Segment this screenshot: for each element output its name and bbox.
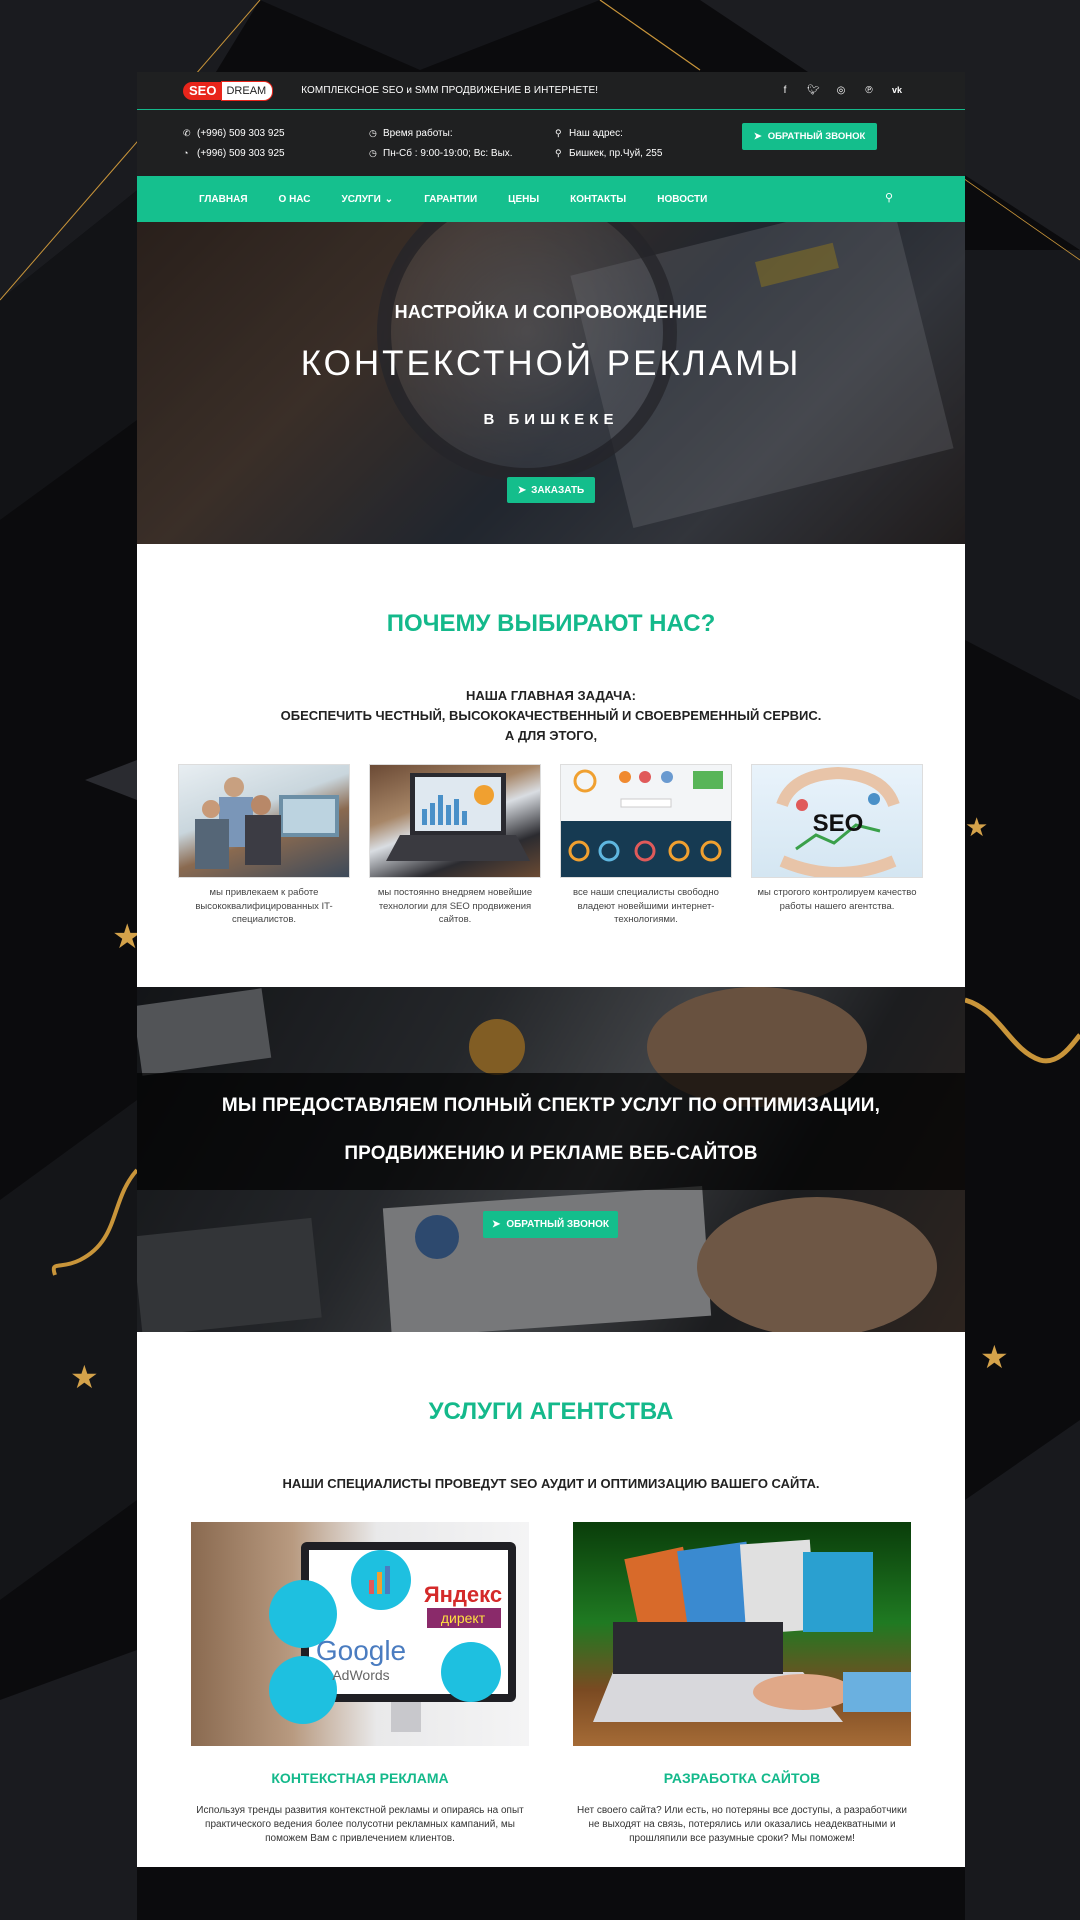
svg-text:★: ★ <box>980 1338 1009 1376</box>
paper-plane-icon: ➤ <box>753 131 762 142</box>
why-us-lead-line-3: А ДЛЯ ЭТОГО, <box>504 728 598 743</box>
search-icon[interactable]: ⚲ <box>885 191 893 204</box>
agency-services-lead: НАШИ СПЕЦИАЛИСТЫ ПРОВЕДУТ SEO АУДИТ И ОП… <box>282 1476 820 1491</box>
contacts-bar: ✆ (+996) 509 303 925 ◔ (+996) 509 303 925 … <box>137 110 965 176</box>
address: ⚲ Наш адрес: ⚲ Бишкек, пр.Чуй, 255 <box>555 123 741 163</box>
why-us-lead-line-2: ОБЕСПЕЧИТЬ ЧЕСТНЫЙ, ВЫСОКОКАЧЕСТВЕННЫЙ И… <box>280 708 822 723</box>
why-us-lead: НАША ГЛАВНАЯ ЗАДАЧА: ОБЕСПЕЧИТЬ ЧЕСТНЫЙ,… <box>137 686 965 746</box>
main-nav: ГЛАВНАЯ О НАС УСЛУГИ ⌄ ГАРАНТИИ ЦЕНЫ КОНТ… <box>137 176 965 222</box>
agency-services-title: УСЛУГИ АГЕНТСТВА <box>428 1398 674 1425</box>
feature-card: мы постоянно внедряем новейшие технологи… <box>369 764 541 927</box>
address-value: Бишкек, пр.Чуй, 255 <box>569 147 663 159</box>
address-label: Наш адрес: <box>569 127 623 139</box>
adwords-text: AdWords <box>332 1667 389 1683</box>
logo-seo-text: SEO <box>183 81 222 100</box>
web-development-image <box>573 1522 911 1746</box>
nav-item-prices[interactable]: ЦЕНЫ <box>508 194 539 205</box>
tagline: КОМПЛЕКСНОЕ SEO и SMM ПРОДВИЖЕНИЕ В ИНТЕ… <box>301 85 599 96</box>
service-title[interactable]: КОНТЕКСТНАЯ РЕКЛАМА <box>191 1770 529 1786</box>
facebook-icon[interactable]: f <box>779 85 791 96</box>
direct-text: директ <box>441 1610 486 1626</box>
callback-button[interactable]: ➤ ОБРАТНЫЙ ЗВОНОК <box>742 123 877 150</box>
service-description: Используя тренды развития контекстной ре… <box>196 1805 524 1844</box>
team-photo <box>178 764 350 878</box>
logo[interactable]: SEO DREAM <box>183 80 274 101</box>
why-us-title: ПОЧЕМУ ВЫБИРАЮТ НАС? <box>386 610 716 637</box>
feature-card: мы привлекаем к работе высококвалифициро… <box>178 764 350 927</box>
nav-item-news[interactable]: НОВОСТИ <box>657 194 707 205</box>
working-hours: ◷ Время работы: ◷ Пн-Сб : 9:00-19:00; Вс: … <box>369 123 555 163</box>
twitter-icon[interactable]: 🐦︎ <box>807 85 820 96</box>
clock-icon: ◷ <box>369 147 377 158</box>
phone-number-1[interactable]: (+996) 509 303 925 <box>197 128 285 139</box>
nav-item-about[interactable]: О НАС <box>279 194 311 205</box>
feature-card: все наши специалисты свободно владеют но… <box>560 764 732 927</box>
seo-hands-image: SEO <box>751 764 923 878</box>
feature-caption: мы привлекаем к работе высококвалифициро… <box>195 887 333 925</box>
banner-callback-button[interactable]: ➤ ОБРАТНЫЙ ЗВОНОК <box>483 1211 618 1238</box>
callback-button-label: ОБРАТНЫЙ ЗВОНОК <box>767 131 866 142</box>
paper-plane-icon: ➤ <box>491 1219 501 1230</box>
hours-value: Пн-Сб : 9:00-19:00; Вс: Вых. <box>383 147 513 159</box>
hero-title: КОНТЕКСТНОЙ РЕКЛАМЫ <box>300 344 802 383</box>
social-links: f 🐦︎ ◎ ℗ vk <box>779 85 903 96</box>
chevron-down-icon: ⌄ <box>384 193 394 205</box>
google-text: Google <box>316 1635 406 1666</box>
website-frame: SEO DREAM КОМПЛЕКСНОЕ SEO и SMM ПРОДВИЖЕ… <box>137 72 965 1867</box>
order-button-label: ЗАКАЗАТЬ <box>531 484 585 496</box>
hero-subtitle: НАСТРОЙКА И СОПРОВОЖДЕНИЕ <box>394 302 708 322</box>
service-card-web-development[interactable]: РАЗРАБОТКА САЙТОВ Нет своего сайта? Или … <box>573 1522 911 1846</box>
nav-item-services[interactable]: УСЛУГИ ⌄ <box>342 194 394 205</box>
hours-label: Время работы: <box>383 127 453 139</box>
nav-item-guarantees[interactable]: ГАРАНТИИ <box>424 194 477 205</box>
hero-banner: НАСТРОЙКА И СОПРОВОЖДЕНИЕ КОНТЕКСТНОЙ РЕ… <box>137 222 965 544</box>
service-title[interactable]: РАЗРАБОТКА САЙТОВ <box>573 1770 911 1786</box>
banner-line-2: ПРОДВИЖЕНИЮ И РЕКЛАМЕ ВЕБ-САЙТОВ <box>344 1143 758 1164</box>
map-marker-icon: ⚲ <box>555 147 562 158</box>
banner-line-1: МЫ ПРЕДОСТАВЛЯЕМ ПОЛНЫЙ СПЕКТР УСЛУГ ПО … <box>221 1095 881 1116</box>
nav-item-contacts[interactable]: КОНТАКТЫ <box>570 194 626 205</box>
logo-dream-text: DREAM <box>221 80 274 101</box>
nav-item-services-label: УСЛУГИ <box>341 193 381 205</box>
feature-caption: все наши специалисты свободно владеют но… <box>573 887 719 925</box>
hero-city: В БИШКЕКЕ <box>483 411 619 428</box>
service-description: Нет своего сайта? Или есть, но потеряны … <box>577 1805 907 1844</box>
whatsapp-icon: ◔ <box>183 148 189 158</box>
phone-number-2[interactable]: (+996) 509 303 925 <box>197 148 285 159</box>
phone-icon: ✆ <box>183 127 191 138</box>
analytics-dashboard-image <box>560 764 732 878</box>
svg-text:★: ★ <box>70 1358 99 1396</box>
why-us-lead-line-1: НАША ГЛАВНАЯ ЗАДАЧА: <box>465 688 637 703</box>
map-marker-icon: ⚲ <box>555 127 562 138</box>
vk-icon[interactable]: vk <box>891 85 903 96</box>
feature-caption: мы постоянно внедряем новейшие технологи… <box>377 887 533 925</box>
seo-badge-text: SEO <box>813 810 864 837</box>
svg-text:★: ★ <box>965 813 988 843</box>
laptop-photo <box>369 764 541 878</box>
nav-item-home[interactable]: ГЛАВНАЯ <box>199 194 248 205</box>
pinterest-icon[interactable]: ℗ <box>863 85 875 96</box>
feature-card: SEO мы строгого контролируем качество ра… <box>751 764 923 927</box>
service-card-ppc[interactable]: Яндекс директ Google AdWords КОНТЕКСТНАЯ… <box>191 1522 529 1846</box>
ppc-image: Яндекс директ Google AdWords <box>191 1522 529 1746</box>
why-us-section: ПОЧЕМУ ВЫБИРАЮТ НАС? НАША ГЛАВНАЯ ЗАДАЧА… <box>137 544 965 987</box>
banner-callback-button-label: ОБРАТНЫЙ ЗВОНОК <box>506 1219 610 1230</box>
paper-plane-icon: ➤ <box>517 484 527 496</box>
services-banner: МЫ ПРЕДОСТАВЛЯЕМ ПОЛНЫЙ СПЕКТР УСЛУГ ПО … <box>137 987 965 1332</box>
agency-services-section: УСЛУГИ АГЕНТСТВА НАШИ СПЕЦИАЛИСТЫ ПРОВЕД… <box>137 1332 965 1867</box>
top-bar: SEO DREAM КОМПЛЕКСНОЕ SEO и SMM ПРОДВИЖЕ… <box>137 72 965 110</box>
instagram-icon[interactable]: ◎ <box>835 85 847 96</box>
clock-icon: ◷ <box>369 127 377 138</box>
banner-text-strip <box>137 1073 965 1190</box>
phones: ✆ (+996) 509 303 925 ◔ (+996) 509 303 925 <box>183 123 369 163</box>
yandex-text: Яндекс <box>424 1582 502 1607</box>
feature-caption: мы строгого контролируем качество работы… <box>757 887 917 912</box>
order-button[interactable]: ➤ ЗАКАЗАТЬ <box>507 477 595 503</box>
feature-cards: мы привлекаем к работе высококвалифициро… <box>178 764 923 927</box>
